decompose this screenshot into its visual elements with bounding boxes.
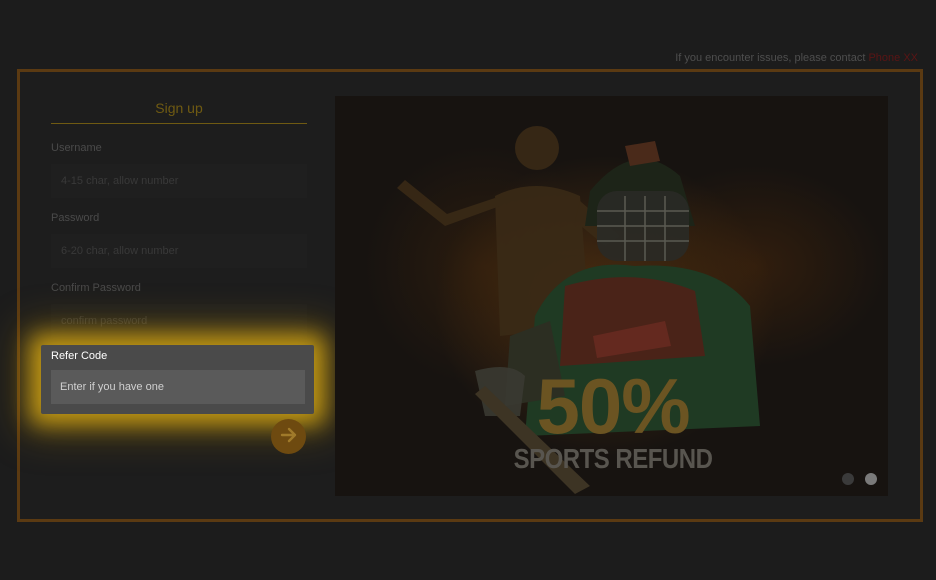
signup-form: Sign up Username Password Confirm Passwo… [51, 96, 307, 338]
contact-text: If you encounter issues, please contact [675, 52, 866, 64]
refer-code-input[interactable] [51, 370, 305, 404]
promo-headline: 50% [536, 362, 690, 450]
username-label: Username [51, 142, 102, 154]
carousel-dot-1[interactable] [842, 473, 854, 485]
username-field: Username [51, 140, 307, 198]
contact-line: If you encounter issues, please contact … [675, 52, 918, 64]
signup-page: If you encounter issues, please contact … [0, 0, 936, 580]
promo-banner[interactable]: 50% SPORTS REFUND [335, 96, 888, 496]
username-input[interactable] [51, 164, 307, 198]
refer-code-label: Refer Code [51, 350, 108, 362]
carousel-dots [842, 473, 877, 485]
confirm-password-input[interactable] [51, 304, 307, 338]
confirm-password-field: Confirm Password [51, 280, 307, 338]
password-label: Password [51, 212, 100, 224]
carousel-dot-2[interactable] [865, 473, 877, 485]
arrow-right-icon [279, 425, 299, 448]
password-field: Password [51, 210, 307, 268]
form-title: Sign up [51, 96, 307, 124]
confirm-password-label: Confirm Password [51, 282, 141, 294]
promo-subheadline: SPORTS REFUND [513, 443, 713, 475]
submit-button[interactable] [271, 419, 306, 454]
refer-code-field: Refer Code [41, 345, 314, 414]
contact-link[interactable]: Phone XX [868, 52, 918, 64]
password-input[interactable] [51, 234, 307, 268]
